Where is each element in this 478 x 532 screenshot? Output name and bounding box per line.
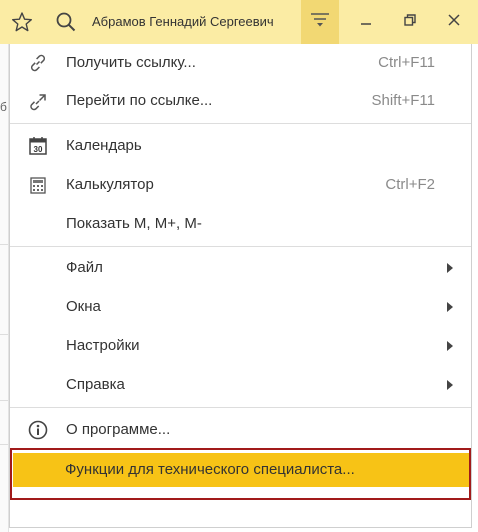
menu-item-get-link[interactable]: Получить ссылку... Ctrl+F11 [10,44,471,82]
submenu-arrow-icon [447,380,453,390]
menu-item-label: Окна [66,298,101,315]
menu-item-settings[interactable]: Настройки [10,327,471,365]
menu-item-label: Получить ссылку... [66,54,196,71]
menu-item-label: Перейти по ссылке... [66,92,213,109]
menu-item-label: Файл [66,259,103,276]
restore-button[interactable] [391,0,429,44]
menu-item-label: Калькулятор [66,176,154,193]
background-window-edge: б [0,44,9,532]
hamburger-menu-icon [310,11,330,34]
divider [0,400,8,401]
menu-item-label: Настройки [66,337,140,354]
menu-item-calculator[interactable]: Калькулятор Ctrl+F2 [10,166,471,204]
link-icon [27,52,49,74]
menu-item-about[interactable]: О программе... [10,411,471,449]
calculator-icon [27,174,49,196]
minimize-icon [359,13,373,32]
title-bar: Абрамов Геннадий Сергеевич [0,0,478,44]
user-name[interactable]: Абрамов Геннадий Сергеевич [92,0,274,44]
menu-item-label: Справка [66,376,125,393]
main-menu-button[interactable] [301,0,339,44]
divider [0,244,8,245]
highlight-frame [10,448,471,500]
menu-item-shortcut: Ctrl+F11 [378,54,435,71]
divider [0,334,8,335]
search-icon[interactable] [54,10,78,34]
close-icon [447,13,461,32]
go-to-link-icon [27,90,49,112]
menu-item-label: О программе... [66,421,171,438]
menu-item-label: Календарь [66,137,142,154]
divider [0,444,8,445]
menu-separator [10,246,471,247]
restore-icon [403,13,417,32]
menu-item-shortcut: Ctrl+F2 [385,176,435,193]
background-edge-text: б [0,100,7,114]
submenu-arrow-icon [447,341,453,351]
menu-item-label: Показать М, М+, М- [66,215,202,232]
calendar-icon: 30 [27,135,49,157]
menu-item-shortcut: Shift+F11 [371,92,435,109]
submenu-arrow-icon [447,263,453,273]
menu-item-help[interactable]: Справка [10,366,471,404]
info-icon [27,419,49,441]
menu-item-go-to-link[interactable]: Перейти по ссылке... Shift+F11 [10,82,471,120]
menu-item-show-memory[interactable]: Показать М, М+, М- [10,205,471,243]
menu-item-calendar[interactable]: 30 Календарь [10,127,471,165]
svg-text:30: 30 [34,145,43,154]
menu-item-file[interactable]: Файл [10,249,471,287]
menu-item-windows[interactable]: Окна [10,288,471,326]
minimize-button[interactable] [347,0,385,44]
menu-separator [10,407,471,408]
submenu-arrow-icon [447,302,453,312]
menu-separator [10,123,471,124]
star-icon[interactable] [10,10,34,34]
close-button[interactable] [435,0,473,44]
